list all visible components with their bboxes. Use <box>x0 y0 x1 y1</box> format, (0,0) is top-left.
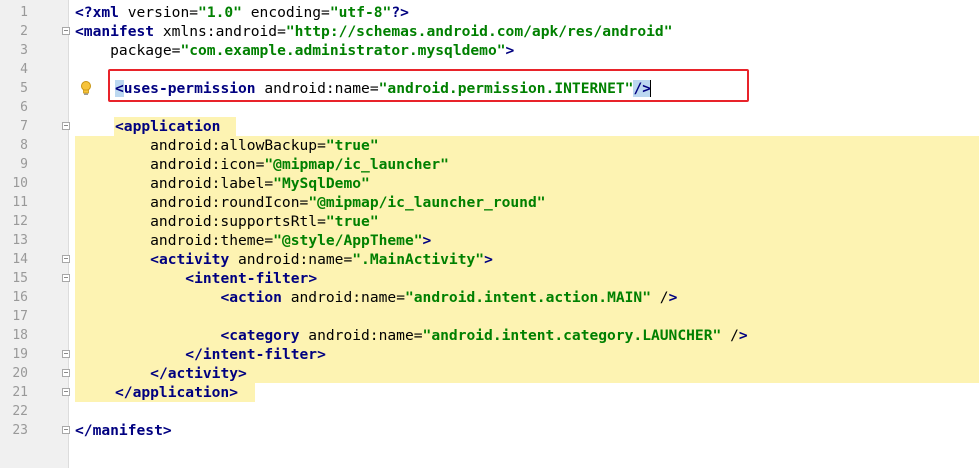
line-text[interactable]: android:allowBackup="true" <box>115 137 378 154</box>
code-line[interactable]: 18 <category android:name="android.inten… <box>0 326 979 345</box>
line-number: 15 <box>12 271 28 286</box>
line-text[interactable]: <manifest xmlns:android="http://schemas.… <box>75 23 672 40</box>
line-number: 2 <box>20 24 28 39</box>
code-line[interactable]: 23 </manifest> <box>0 421 979 440</box>
code-line[interactable]: 15 <intent-filter> <box>0 269 979 288</box>
code-line[interactable]: 19 </intent-filter> <box>0 345 979 364</box>
line-number: 12 <box>12 214 28 229</box>
line-text[interactable]: <activity android:name=".MainActivity"> <box>115 251 493 268</box>
line-text[interactable]: </intent-filter> <box>115 346 326 363</box>
lightbulb-icon[interactable] <box>80 80 92 97</box>
line-number: 17 <box>12 309 28 324</box>
code-line[interactable]: 22 <box>0 402 979 421</box>
line-number: 7 <box>20 119 28 134</box>
line-number: 18 <box>12 328 28 343</box>
line-number: 16 <box>12 290 28 305</box>
code-line[interactable]: 21 </application> <box>0 383 979 402</box>
annotation-highlight-box <box>108 69 749 102</box>
code-line[interactable]: 16 <action android:name="android.intent.… <box>0 288 979 307</box>
fold-marker-icon[interactable] <box>62 122 70 130</box>
code-line[interactable]: 7 <application <box>0 117 979 136</box>
line-text[interactable]: <category android:name="android.intent.c… <box>115 327 747 344</box>
line-text[interactable]: </application> <box>115 384 238 401</box>
code-line[interactable]: 17 <box>0 307 979 326</box>
scope-highlight <box>75 307 979 326</box>
line-text[interactable]: android:supportsRtl="true" <box>115 213 378 230</box>
line-number: 9 <box>20 157 28 172</box>
line-number: 20 <box>12 366 28 381</box>
code-line[interactable]: 11 android:roundIcon="@mipmap/ic_launche… <box>0 193 979 212</box>
line-number: 1 <box>20 5 28 20</box>
line-text[interactable]: android:theme="@style/AppTheme"> <box>115 232 431 249</box>
line-text[interactable]: <action android:name="android.intent.act… <box>115 289 677 306</box>
line-text[interactable]: <?xml version="1.0" encoding="utf-8"?> <box>75 4 409 21</box>
code-line[interactable]: 2 <manifest xmlns:android="http://schema… <box>0 22 979 41</box>
line-number: 19 <box>12 347 28 362</box>
line-number: 11 <box>12 195 28 210</box>
line-number: 23 <box>12 423 28 438</box>
line-number: 5 <box>20 81 28 96</box>
line-number: 4 <box>20 62 28 77</box>
fold-marker-icon[interactable] <box>62 27 70 35</box>
code-line[interactable]: 10 android:label="MySqlDemo" <box>0 174 979 193</box>
line-text[interactable]: package="com.example.administrator.mysql… <box>75 42 514 59</box>
code-line[interactable]: 8 android:allowBackup="true" <box>0 136 979 155</box>
line-number: 21 <box>12 385 28 400</box>
line-number: 13 <box>12 233 28 248</box>
line-text[interactable]: </manifest> <box>75 422 172 439</box>
fold-marker-icon[interactable] <box>62 274 70 282</box>
fold-marker-icon[interactable] <box>62 388 70 396</box>
xml-code-editor[interactable]: 1 <?xml version="1.0" encoding="utf-8"?>… <box>0 0 979 468</box>
code-line[interactable]: 3 package="com.example.administrator.mys… <box>0 41 979 60</box>
line-number: 10 <box>12 176 28 191</box>
code-line[interactable]: 20 </activity> <box>0 364 979 383</box>
fold-marker-icon[interactable] <box>62 255 70 263</box>
code-line[interactable]: 9 android:icon="@mipmap/ic_launcher" <box>0 155 979 174</box>
line-number: 3 <box>20 43 28 58</box>
fold-marker-icon[interactable] <box>62 426 70 434</box>
line-text[interactable]: <intent-filter> <box>115 270 317 287</box>
code-line[interactable]: 1 <?xml version="1.0" encoding="utf-8"?> <box>0 3 979 22</box>
line-number: 22 <box>12 404 28 419</box>
line-text[interactable]: <application <box>115 118 220 135</box>
line-text[interactable]: android:label="MySqlDemo" <box>115 175 370 192</box>
fold-marker-icon[interactable] <box>62 350 70 358</box>
code-line[interactable]: 14 <activity android:name=".MainActivity… <box>0 250 979 269</box>
line-number: 8 <box>20 138 28 153</box>
line-text[interactable]: android:roundIcon="@mipmap/ic_launcher_r… <box>115 194 545 211</box>
fold-marker-icon[interactable] <box>62 369 70 377</box>
line-text[interactable]: </activity> <box>115 365 247 382</box>
code-line[interactable]: 13 android:theme="@style/AppTheme"> <box>0 231 979 250</box>
line-number: 6 <box>20 100 28 115</box>
line-number: 14 <box>12 252 28 267</box>
line-text[interactable]: android:icon="@mipmap/ic_launcher" <box>115 156 449 173</box>
code-line[interactable]: 12 android:supportsRtl="true" <box>0 212 979 231</box>
